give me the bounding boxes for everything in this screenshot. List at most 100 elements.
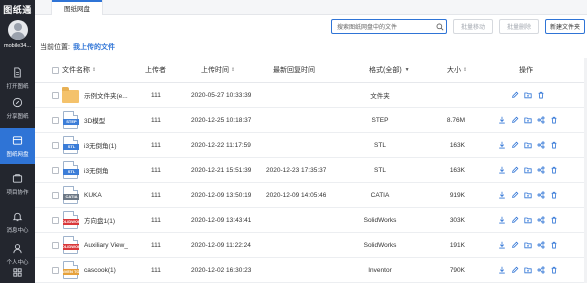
download-icon[interactable] xyxy=(497,191,506,200)
row-checkbox[interactable] xyxy=(52,233,59,257)
file-type-tag: SOLIDWORK xyxy=(62,219,79,225)
header-format[interactable]: 格式(全部) ▼ xyxy=(369,58,410,82)
header-upload-time[interactable]: 上传时间 ⇕ xyxy=(201,58,235,82)
batch-delete-button[interactable]: 批量删除 xyxy=(499,19,539,34)
toolbar: 搜索图纸网盘中的文件 批量移动 批量删除 新建文件夹 xyxy=(35,15,587,38)
table-row[interactable]: INVEN TOR cascook(1) 111 2020-12-02 16:30:2… xyxy=(35,258,587,283)
header-name[interactable]: 文件名称 ⇕ xyxy=(62,58,96,82)
sidebar-item-label: 打开图纸 xyxy=(6,83,29,90)
trash-icon[interactable] xyxy=(549,241,558,250)
file-size: 790K xyxy=(449,266,465,274)
user-name[interactable]: mobile34... xyxy=(0,43,35,49)
sidebar-item-project[interactable]: 项目协作 xyxy=(0,166,35,202)
move-folder-icon[interactable] xyxy=(523,216,532,225)
sort-icon: ⇕ xyxy=(92,67,97,73)
move-folder-icon[interactable] xyxy=(523,91,532,100)
file-name[interactable]: 示例文件夹(e... xyxy=(84,83,128,107)
table-row[interactable]: SOLIDWORK 方向盘1(1) 111 2020-12-09 13:43:41 So… xyxy=(35,208,587,233)
trash-icon[interactable] xyxy=(549,216,558,225)
edit-icon[interactable] xyxy=(510,91,519,100)
table-row[interactable]: CATIA KUKA 111 2020-12-09 13:50:19 2020-12-0… xyxy=(35,183,587,208)
sidebar-item-label: 分享图纸 xyxy=(6,113,29,120)
sidebar-item-more[interactable] xyxy=(0,262,35,283)
move-folder-icon[interactable] xyxy=(523,266,532,275)
table-row[interactable]: STL i3无倒角(1) 111 2020-12-22 11:17:59 STL 163K xyxy=(35,133,587,158)
trash-icon[interactable] xyxy=(549,166,558,175)
tab-bar: 图纸网盘 xyxy=(35,0,587,15)
batch-move-button[interactable]: 批量移动 xyxy=(453,19,493,34)
header-last-reply: 最新回复时间 xyxy=(273,67,315,74)
edit-icon[interactable] xyxy=(510,116,519,125)
select-all-checkbox[interactable] xyxy=(52,58,59,82)
file-size: 191K xyxy=(449,241,465,249)
share-icon[interactable] xyxy=(536,141,545,150)
edit-icon[interactable] xyxy=(510,166,519,175)
file-size: 303K xyxy=(449,216,465,224)
trash-icon[interactable] xyxy=(549,141,558,150)
file-name[interactable]: Auxiliary View_ xyxy=(84,233,128,257)
tab-cloud-drive[interactable]: 图纸网盘 xyxy=(51,0,103,15)
file-size: 163K xyxy=(449,141,465,149)
share-icon[interactable] xyxy=(536,166,545,175)
search-icon[interactable] xyxy=(434,21,445,32)
download-icon[interactable] xyxy=(497,116,506,125)
chevron-down-icon: ▼ xyxy=(404,67,410,73)
new-folder-button[interactable]: 新建文件夹 xyxy=(545,19,585,34)
row-checkbox[interactable] xyxy=(52,183,59,207)
sidebar-item-share-drawing[interactable]: 分享图纸 xyxy=(0,90,35,126)
edit-icon[interactable] xyxy=(510,241,519,250)
edit-icon[interactable] xyxy=(510,141,519,150)
avatar[interactable] xyxy=(7,20,28,40)
location-value[interactable]: 我上传的文件 xyxy=(73,44,115,51)
move-folder-icon[interactable] xyxy=(523,241,532,250)
file-format: 文件夹 xyxy=(370,93,390,100)
file-name[interactable]: 3D模型 xyxy=(84,108,105,132)
file-type-tag: SOLIDWORK xyxy=(62,244,79,250)
sidebar-item-messages[interactable]: 消息中心 xyxy=(0,204,35,240)
download-icon[interactable] xyxy=(497,166,506,175)
table-row[interactable]: SOLIDWORK Auxiliary View_ 111 2020-12-09 11… xyxy=(35,233,587,258)
table-row[interactable]: STL i3无倒角 111 2020-12-21 15:51:39 2020-12-23… xyxy=(35,158,587,183)
row-checkbox[interactable] xyxy=(52,133,59,157)
move-folder-icon[interactable] xyxy=(523,141,532,150)
last-reply-time: 2020-12-09 14:05:46 xyxy=(266,191,327,199)
download-icon[interactable] xyxy=(497,141,506,150)
row-checkbox[interactable] xyxy=(52,258,59,282)
download-icon[interactable] xyxy=(497,266,506,275)
table-row[interactable]: STEP 3D模型 111 2020-12-25 10:18:37 STEP 8.76M xyxy=(35,108,587,133)
file-name[interactable]: 方向盘1(1) xyxy=(84,208,115,232)
share-icon[interactable] xyxy=(536,216,545,225)
trash-icon[interactable] xyxy=(549,116,558,125)
upload-time: 2020-12-22 11:17:59 xyxy=(191,141,251,149)
trash-icon[interactable] xyxy=(536,91,545,100)
trash-icon[interactable] xyxy=(549,266,558,275)
download-icon[interactable] xyxy=(497,216,506,225)
row-checkbox[interactable] xyxy=(52,208,59,232)
table-row[interactable]: 示例文件夹(e... 111 2020-05-27 10:33:39 文件夹 xyxy=(35,83,587,108)
edit-icon[interactable] xyxy=(510,266,519,275)
file-name[interactable]: KUKA xyxy=(84,183,102,207)
sidebar-item-cloud-drive[interactable]: 图纸网盘 xyxy=(0,128,35,164)
row-actions xyxy=(497,158,558,182)
share-icon[interactable] xyxy=(536,266,545,275)
search-input[interactable]: 搜索图纸网盘中的文件 xyxy=(331,19,447,34)
move-folder-icon[interactable] xyxy=(523,191,532,200)
file-icon: CATIA xyxy=(63,186,79,204)
search-placeholder: 搜索图纸网盘中的文件 xyxy=(337,25,398,31)
file-name[interactable]: i3无倒角 xyxy=(84,158,109,182)
edit-icon[interactable] xyxy=(510,191,519,200)
row-checkbox[interactable] xyxy=(52,83,59,107)
header-size[interactable]: 大小 ⇕ xyxy=(447,58,467,82)
row-checkbox[interactable] xyxy=(52,158,59,182)
trash-icon[interactable] xyxy=(549,191,558,200)
share-icon[interactable] xyxy=(536,241,545,250)
file-name[interactable]: cascook(1) xyxy=(84,258,116,282)
move-folder-icon[interactable] xyxy=(523,166,532,175)
row-checkbox[interactable] xyxy=(52,108,59,132)
share-icon[interactable] xyxy=(536,116,545,125)
file-name[interactable]: i3无倒角(1) xyxy=(84,133,117,157)
move-folder-icon[interactable] xyxy=(523,116,532,125)
download-icon[interactable] xyxy=(497,241,506,250)
share-icon[interactable] xyxy=(536,191,545,200)
edit-icon[interactable] xyxy=(510,216,519,225)
